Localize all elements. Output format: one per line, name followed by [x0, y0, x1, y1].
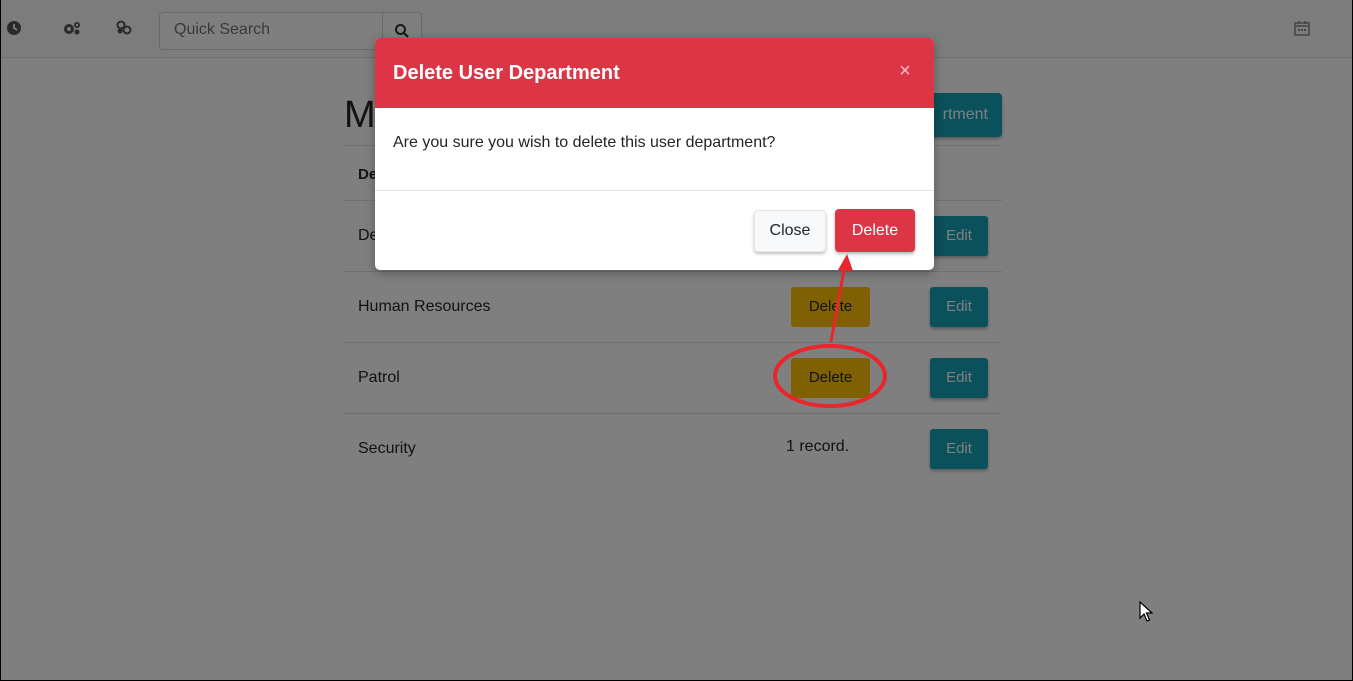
screenshot-frame	[0, 0, 1353, 681]
